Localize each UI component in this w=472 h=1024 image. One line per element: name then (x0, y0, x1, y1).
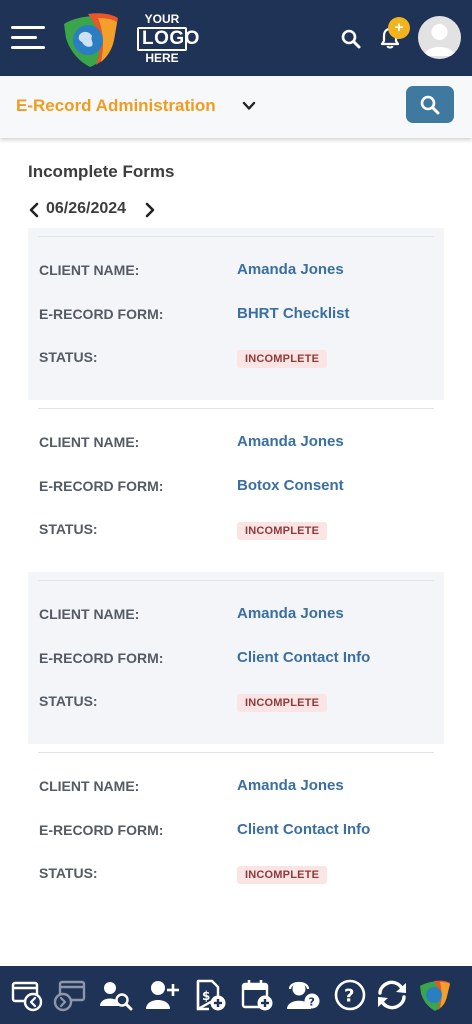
module-title[interactable]: E-Record Administration (16, 96, 216, 116)
bottom-toolbar: $ ? ? (0, 966, 472, 1024)
notification-badge[interactable]: + (388, 17, 410, 39)
divider (38, 236, 434, 237)
page-title: Incomplete Forms (28, 162, 175, 181)
search-button[interactable] (406, 86, 454, 123)
chevron-right-icon[interactable] (144, 202, 156, 218)
status-label: STATUS: (39, 521, 98, 537)
add-client-icon[interactable] (145, 978, 179, 1012)
client-search-icon[interactable] (99, 978, 133, 1012)
client-name-link[interactable]: Amanda Jones (237, 605, 344, 622)
app-logo-icon[interactable] (418, 978, 452, 1012)
divider (38, 752, 434, 753)
menu-icon[interactable] (11, 24, 45, 50)
client-name-label: CLIENT NAME: (39, 262, 140, 278)
client-name-link[interactable]: Amanda Jones (237, 261, 344, 278)
top-navigation-bar: YOUR LOGO HERE + (0, 0, 472, 76)
help-icon[interactable]: ? (333, 978, 367, 1012)
refresh-icon[interactable] (375, 978, 409, 1012)
form-label: E-RECORD FORM: (39, 822, 164, 838)
form-label: E-RECORD FORM: (39, 650, 164, 666)
status-badge: INCOMPLETE (237, 522, 328, 540)
client-name-label: CLIENT NAME: (39, 778, 140, 794)
status-label: STATUS: (39, 865, 98, 881)
form-link[interactable]: Client Contact Info (237, 649, 370, 666)
logo-placeholder-text: YOUR LOGO HERE (132, 12, 199, 65)
svg-text:?: ? (309, 996, 315, 1009)
logo-emblem-icon[interactable] (58, 10, 122, 68)
chevron-down-icon[interactable] (242, 99, 256, 113)
user-avatar-icon[interactable] (418, 16, 461, 59)
add-appointment-icon[interactable] (240, 978, 274, 1012)
form-link[interactable]: Botox Consent (237, 477, 344, 494)
module-header: E-Record Administration (0, 76, 472, 138)
client-name-link[interactable]: Amanda Jones (237, 433, 344, 450)
form-label: E-RECORD FORM: (39, 478, 164, 494)
form-label: E-RECORD FORM: (39, 306, 164, 322)
current-date[interactable]: 06/26/2024 (46, 200, 126, 218)
logo-text-line3: HERE (145, 50, 179, 65)
record-card[interactable]: CLIENT NAME: Amanda Jones E-RECORD FORM:… (28, 400, 444, 572)
checkin-icon[interactable] (53, 978, 87, 1012)
checkout-icon[interactable] (10, 978, 44, 1012)
divider (38, 580, 434, 581)
search-icon (420, 95, 440, 115)
form-link[interactable]: BHRT Checklist (237, 305, 350, 322)
record-card[interactable]: CLIENT NAME: Amanda Jones E-RECORD FORM:… (28, 744, 444, 916)
add-invoice-icon[interactable]: $ (193, 978, 227, 1012)
logo-text-line1: YOUR (144, 12, 180, 26)
record-card[interactable]: CLIENT NAME: Amanda Jones E-RECORD FORM:… (28, 228, 444, 400)
client-name-label: CLIENT NAME: (39, 434, 140, 450)
status-badge: INCOMPLETE (237, 694, 328, 712)
client-name-link[interactable]: Amanda Jones (237, 777, 344, 794)
status-label: STATUS: (39, 693, 98, 709)
divider (38, 408, 434, 409)
chevron-left-icon[interactable] (28, 202, 40, 218)
record-card[interactable]: CLIENT NAME: Amanda Jones E-RECORD FORM:… (28, 572, 444, 744)
status-badge: INCOMPLETE (237, 350, 328, 368)
svg-text:$: $ (202, 989, 210, 1003)
search-icon[interactable] (340, 28, 362, 50)
form-link[interactable]: Client Contact Info (237, 821, 370, 838)
status-label: STATUS: (39, 349, 98, 365)
logo-text-line2: LOGO (137, 26, 199, 51)
status-badge: INCOMPLETE (237, 866, 328, 884)
support-icon[interactable]: ? (286, 978, 320, 1012)
svg-text:?: ? (344, 986, 354, 1007)
client-name-label: CLIENT NAME: (39, 606, 140, 622)
